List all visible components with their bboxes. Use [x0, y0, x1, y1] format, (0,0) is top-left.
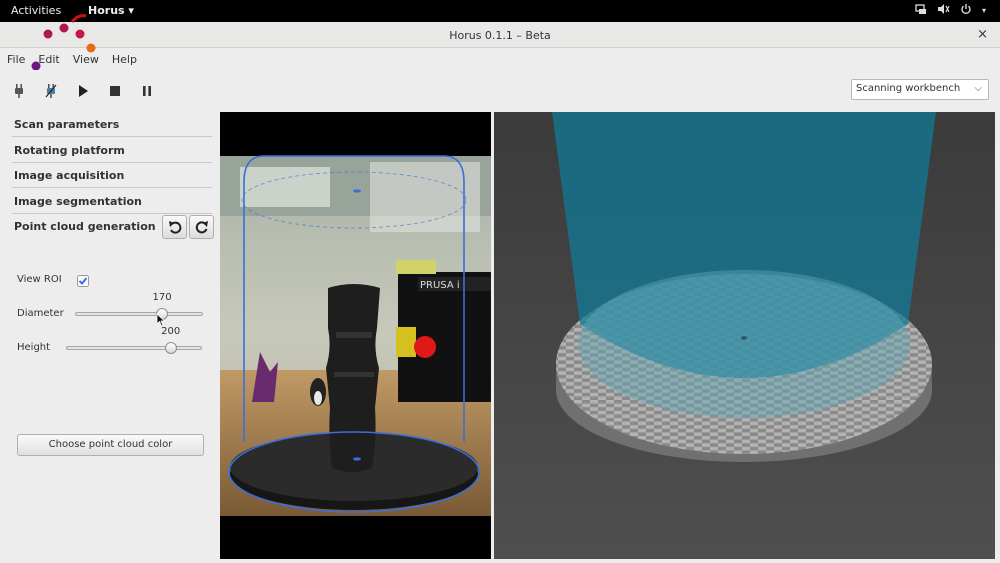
section-image-segmentation[interactable]: Image segmentation [12, 189, 212, 214]
chevron-down-icon: ⌵ [974, 83, 982, 94]
plug-disconnect-icon [45, 84, 57, 98]
refresh-icon [195, 221, 208, 234]
window-title: Horus 0.1.1 – Beta [449, 29, 551, 42]
height-value: 200 [161, 326, 181, 337]
play-icon [79, 85, 88, 97]
height-slider-knob[interactable] [164, 342, 177, 354]
plug-icon [15, 84, 23, 98]
scene-3d-canvas [494, 112, 995, 559]
diameter-slider-track[interactable] [75, 312, 203, 316]
menu-help[interactable]: Help [105, 50, 143, 70]
mouse-cursor-icon [156, 313, 166, 327]
height-slider-track[interactable] [66, 346, 202, 350]
menu-file[interactable]: File [0, 50, 31, 70]
undo-button[interactable] [162, 215, 187, 239]
disconnect-button[interactable] [42, 82, 60, 100]
connect-button[interactable] [10, 82, 28, 100]
chevron-down-icon[interactable]: ▾ [982, 6, 986, 15]
diameter-label: Diameter [17, 308, 64, 319]
printer-label: PRUSA i [420, 280, 460, 291]
workbench-selected: Scanning workbench [856, 83, 961, 94]
choose-point-cloud-color-button[interactable]: Choose point cloud color [17, 434, 204, 456]
camera-image: PRUSA i [220, 155, 491, 516]
section-image-acquisition[interactable]: Image acquisition [12, 163, 212, 188]
horus-window: Horus 0.1.1 – Beta × File Edit View Help [0, 14, 1000, 563]
refresh-button[interactable] [189, 215, 214, 239]
window-titlebar: Horus 0.1.1 – Beta × [0, 22, 1000, 48]
workbench-select[interactable]: Scanning workbench ⌵ [851, 79, 989, 100]
section-scan-parameters[interactable]: Scan parameters [12, 112, 212, 137]
network-icon[interactable] [915, 3, 927, 18]
diameter-value: 170 [152, 292, 172, 303]
view-roi-label: View ROI [17, 274, 62, 285]
control-panel: Scan parameters Rotating platform Image … [0, 112, 220, 563]
power-icon[interactable] [960, 3, 972, 18]
height-label: Height [17, 342, 51, 353]
system-tray: ▾ [915, 3, 986, 18]
section-point-cloud-generation[interactable]: Point cloud generation [12, 214, 160, 239]
pause-button[interactable] [138, 82, 156, 100]
stop-button[interactable] [106, 82, 124, 100]
view-roi-checkbox[interactable] [77, 275, 89, 287]
volume-icon[interactable] [937, 3, 950, 18]
stop-icon [110, 86, 120, 96]
close-button[interactable]: × [977, 27, 988, 42]
menu-view[interactable]: View [66, 50, 105, 70]
scene-3d-view[interactable] [494, 112, 995, 559]
system-top-bar: Activities Horus ▾ ▾ [0, 0, 1000, 22]
pause-icon [143, 86, 151, 96]
play-button[interactable] [74, 82, 92, 100]
toolbar [10, 80, 156, 102]
camera-view: PRUSA i [220, 112, 491, 559]
undo-icon [168, 221, 181, 234]
menu-edit[interactable]: Edit [31, 50, 65, 70]
section-rotating-platform[interactable]: Rotating platform [12, 138, 212, 163]
menu-bar: File Edit View Help [0, 50, 143, 70]
